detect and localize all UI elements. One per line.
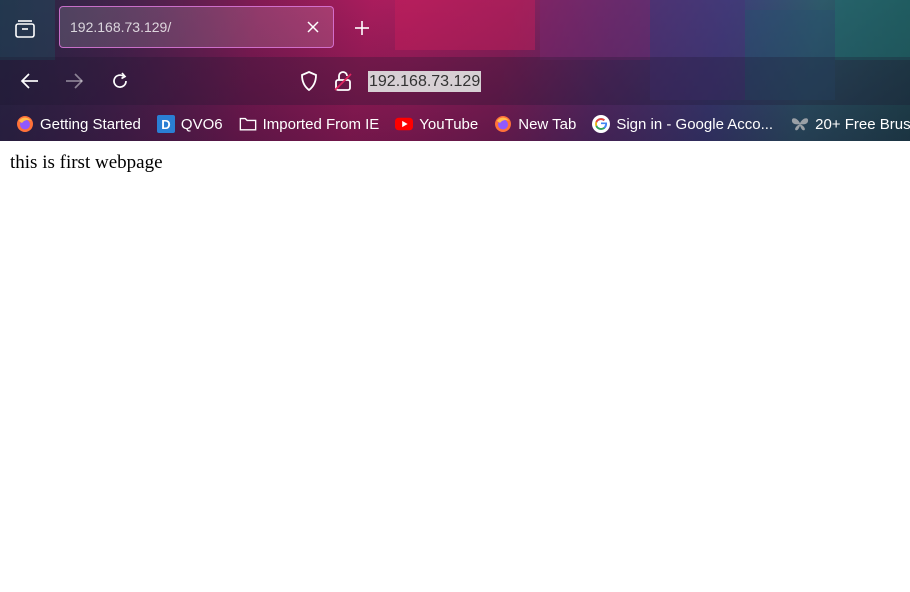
address-bar[interactable]: 192.168.73.129 <box>296 67 482 95</box>
bookmark-google-sign-in[interactable]: Sign in - Google Acco... <box>592 115 773 133</box>
bookmark-label: YouTube <box>419 115 479 133</box>
firefox-icon <box>16 115 34 133</box>
close-icon <box>307 21 319 33</box>
bookmark-label: Imported From IE <box>262 115 380 133</box>
browser-chrome: 192.168.73.129/ 192.168.73.129 Getting S… <box>0 0 910 141</box>
tab-list-button[interactable] <box>4 8 46 48</box>
back-arrow-icon <box>20 73 38 89</box>
bookmark-label: New Tab <box>518 115 577 133</box>
forward-arrow-icon <box>66 73 84 89</box>
new-tab-button[interactable] <box>348 14 376 42</box>
background-block <box>395 0 535 50</box>
back-button[interactable] <box>16 67 44 95</box>
navigation-toolbar: 192.168.73.129 <box>0 57 910 105</box>
plus-icon <box>355 21 369 35</box>
background-block <box>540 0 650 60</box>
connection-info-button[interactable] <box>330 68 356 94</box>
bookmark-imported-from-ie[interactable]: Imported From IE <box>239 115 380 133</box>
tracking-protection-button[interactable] <box>296 68 322 94</box>
background-block <box>835 0 910 60</box>
bookmark-qvo6[interactable]: D QVO6 <box>156 115 223 133</box>
firefox-icon <box>494 115 512 133</box>
bookmark-label: 20+ Free Brush <box>815 115 910 133</box>
bookmark-new-tab[interactable]: New Tab <box>494 115 576 133</box>
youtube-icon <box>395 115 414 133</box>
bookmark-getting-started[interactable]: Getting Started <box>16 115 141 133</box>
bookmark-label: Sign in - Google Acco... <box>616 115 774 133</box>
bookmark-free-brush[interactable]: 20+ Free Brush <box>791 115 910 133</box>
reload-button[interactable] <box>106 67 134 95</box>
tab-active[interactable]: 192.168.73.129/ <box>59 6 334 48</box>
bookmarks-toolbar: Getting Started D QVO6 Imported From IE <box>0 107 910 141</box>
butterfly-icon <box>791 115 809 133</box>
shield-icon <box>301 71 317 92</box>
qvo6-icon: D <box>156 115 175 133</box>
bookmark-label: QVO6 <box>180 115 223 133</box>
reload-icon <box>113 72 127 88</box>
svg-text:D: D <box>161 117 170 132</box>
forward-button[interactable] <box>60 67 88 95</box>
tab-title: 192.168.73.129/ <box>70 19 172 35</box>
page-body-text: this is first webpage <box>10 152 163 173</box>
url-text[interactable]: 192.168.73.129 <box>368 70 482 92</box>
folder-icon <box>239 115 257 133</box>
bookmark-label: Getting Started <box>40 115 141 133</box>
bookmark-youtube[interactable]: YouTube <box>395 115 478 133</box>
google-icon <box>592 115 611 133</box>
insecure-lock-icon <box>334 71 352 91</box>
tab-list-icon <box>15 20 35 38</box>
tab-close-button[interactable] <box>301 15 325 39</box>
